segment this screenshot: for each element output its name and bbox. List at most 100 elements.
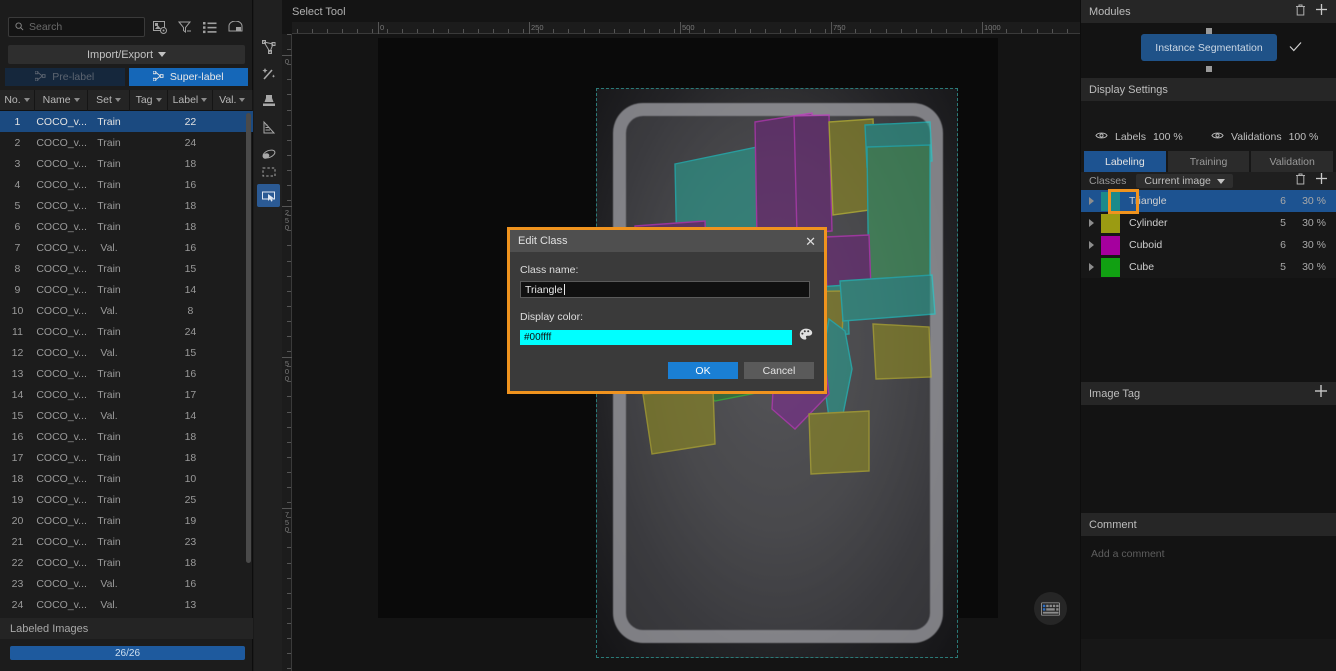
pre-label-button[interactable]: Pre-label <box>5 68 125 86</box>
labels-visibility-row[interactable]: Labels 100 % <box>1095 131 1183 143</box>
ok-button[interactable]: OK <box>668 362 738 379</box>
keyboard-shortcuts-button[interactable] <box>1034 592 1067 625</box>
pre-label-icon <box>34 70 46 84</box>
cell-name: COCO_v... <box>36 367 87 380</box>
stamp-tool[interactable] <box>257 89 280 112</box>
comment-body[interactable]: Add a comment <box>1081 536 1336 639</box>
ruler-minor-tick <box>287 169 291 171</box>
select-tool[interactable] <box>257 184 280 207</box>
table-row[interactable]: 19 COCO_v... Train 25 <box>0 489 253 510</box>
cell-no: 5 <box>14 199 21 212</box>
palette-icon[interactable] <box>799 328 813 346</box>
table-row[interactable]: 21 COCO_v... Train 23 <box>0 531 253 552</box>
image-list-scrollbar[interactable] <box>246 113 251 563</box>
column-header-label[interactable]: Label <box>168 89 213 111</box>
magic-wand-tool[interactable] <box>257 62 280 85</box>
table-row[interactable]: 1 COCO_v... Train 22 <box>0 111 253 132</box>
polygon-tool[interactable] <box>257 35 280 58</box>
cell-label: 18 <box>184 220 197 233</box>
display-color-input[interactable]: #00ffff <box>520 329 792 345</box>
trash-icon[interactable] <box>1295 172 1306 190</box>
table-row[interactable]: 3 COCO_v... Train 18 <box>0 153 253 174</box>
table-row[interactable]: 23 COCO_v... Val. 16 <box>0 573 253 594</box>
trash-icon[interactable] <box>1295 3 1306 21</box>
table-row[interactable]: 6 COCO_v... Train 18 <box>0 216 253 237</box>
class-row-cylinder[interactable]: Cylinder 5 30 % <box>1081 212 1336 234</box>
ruler-tool[interactable] <box>257 116 280 139</box>
table-row[interactable]: 5 COCO_v... Train 18 <box>0 195 253 216</box>
table-row[interactable]: 4 COCO_v... Train 16 <box>0 174 253 195</box>
table-row[interactable]: 15 COCO_v... Val. 14 <box>0 405 253 426</box>
validations-value[interactable]: 100 % <box>1289 131 1319 143</box>
table-row[interactable]: 22 COCO_v... Train 18 <box>0 552 253 573</box>
super-label-button[interactable]: Super-label <box>128 68 248 86</box>
tab-validation[interactable]: Validation <box>1251 151 1334 172</box>
close-icon[interactable]: ✕ <box>805 235 816 248</box>
plus-icon[interactable] <box>1315 3 1328 21</box>
list-icon[interactable] <box>200 17 220 37</box>
table-row[interactable]: 11 COCO_v... Train 24 <box>0 321 253 342</box>
table-row[interactable]: 9 COCO_v... Train 14 <box>0 279 253 300</box>
column-header-no[interactable]: No. <box>0 89 35 111</box>
column-header-val[interactable]: Val. <box>213 89 253 111</box>
table-row[interactable]: 20 COCO_v... Train 19 <box>0 510 253 531</box>
validations-visibility-row[interactable]: Validations 100 % <box>1211 131 1318 143</box>
edit-class-dialog[interactable]: Edit Class ✕ Class name: Triangle Displa… <box>507 227 827 394</box>
expand-arrow-icon[interactable] <box>1081 241 1101 249</box>
search-input[interactable]: Search <box>8 17 145 37</box>
class-row-triangle[interactable]: Triangle 6 30 % <box>1081 189 1336 214</box>
cell-set: Train <box>97 115 121 128</box>
filter-icon[interactable] <box>175 17 195 37</box>
labels-value[interactable]: 100 % <box>1153 131 1183 143</box>
modules-canvas[interactable]: Instance Segmentation <box>1081 23 1336 78</box>
ruler-major-tick <box>282 206 292 207</box>
column-header-tag[interactable]: Tag <box>130 89 169 111</box>
expand-arrow-icon[interactable] <box>1081 197 1101 205</box>
horizontal-ruler: 0 250 500 750 1000 <box>292 22 1083 34</box>
check-icon[interactable] <box>1289 39 1302 57</box>
column-header-name[interactable]: Name <box>35 89 89 111</box>
table-row[interactable]: 16 COCO_v... Train 18 <box>0 426 253 447</box>
expand-arrow-icon[interactable] <box>1081 263 1101 271</box>
panel-layout-icon[interactable] <box>225 17 245 37</box>
table-row[interactable]: 7 COCO_v... Val. 16 <box>0 237 253 258</box>
cancel-button[interactable]: Cancel <box>744 362 814 379</box>
plus-icon[interactable] <box>1315 172 1328 190</box>
eye-icon[interactable] <box>1095 131 1108 143</box>
class-row-cube[interactable]: Cube 5 30 % <box>1081 256 1336 278</box>
table-row[interactable]: 2 COCO_v... Train 24 <box>0 132 253 153</box>
table-row[interactable]: 17 COCO_v... Train 18 <box>0 447 253 468</box>
image-settings-icon[interactable] <box>150 17 170 37</box>
import-export-button[interactable]: Import/Export <box>8 45 245 64</box>
marquee-tool[interactable] <box>257 160 280 183</box>
table-row[interactable]: 18 COCO_v... Train 10 <box>0 468 253 489</box>
column-header-set[interactable]: Set <box>88 89 130 111</box>
table-row[interactable]: 14 COCO_v... Train 17 <box>0 384 253 405</box>
class-color-swatch[interactable] <box>1101 257 1120 277</box>
image-tag-body[interactable] <box>1081 405 1336 513</box>
cell-set: Val. <box>100 598 118 611</box>
class-row-cuboid[interactable]: Cuboid 6 30 % <box>1081 234 1336 256</box>
cell-set: Train <box>97 157 121 170</box>
eye-icon[interactable] <box>1211 131 1224 143</box>
node-handle-bottom[interactable] <box>1206 66 1212 72</box>
label-buttons-row: Pre-label Super-label <box>5 68 248 86</box>
expand-arrow-icon[interactable] <box>1081 219 1101 227</box>
plus-icon[interactable] <box>1314 384 1328 403</box>
table-body[interactable]: 1 COCO_v... Train 22 2 COCO_v... Train 24 3 COCO_… <box>0 111 253 612</box>
class-name-input[interactable]: Triangle <box>520 281 810 298</box>
module-node-instance-segmentation[interactable]: Instance Segmentation <box>1141 34 1277 61</box>
tab-labeling[interactable]: Labeling <box>1084 151 1166 172</box>
table-row[interactable]: 8 COCO_v... Train 15 <box>0 258 253 279</box>
table-row[interactable]: 13 COCO_v... Train 16 <box>0 363 253 384</box>
table-row[interactable]: 24 COCO_v... Val. 13 <box>0 594 253 612</box>
class-color-swatch[interactable] <box>1101 213 1120 233</box>
table-row[interactable]: 10 COCO_v... Val. 8 <box>0 300 253 321</box>
cell-name: COCO_v... <box>36 598 87 611</box>
table-row[interactable]: 12 COCO_v... Val. 15 <box>0 342 253 363</box>
ruler-minor-tick <box>1006 29 1008 33</box>
tab-training[interactable]: Training <box>1167 151 1250 172</box>
classes-scope-dropdown[interactable]: Current image <box>1136 174 1233 188</box>
class-color-swatch[interactable] <box>1101 235 1120 255</box>
cell-no: 17 <box>11 451 24 464</box>
